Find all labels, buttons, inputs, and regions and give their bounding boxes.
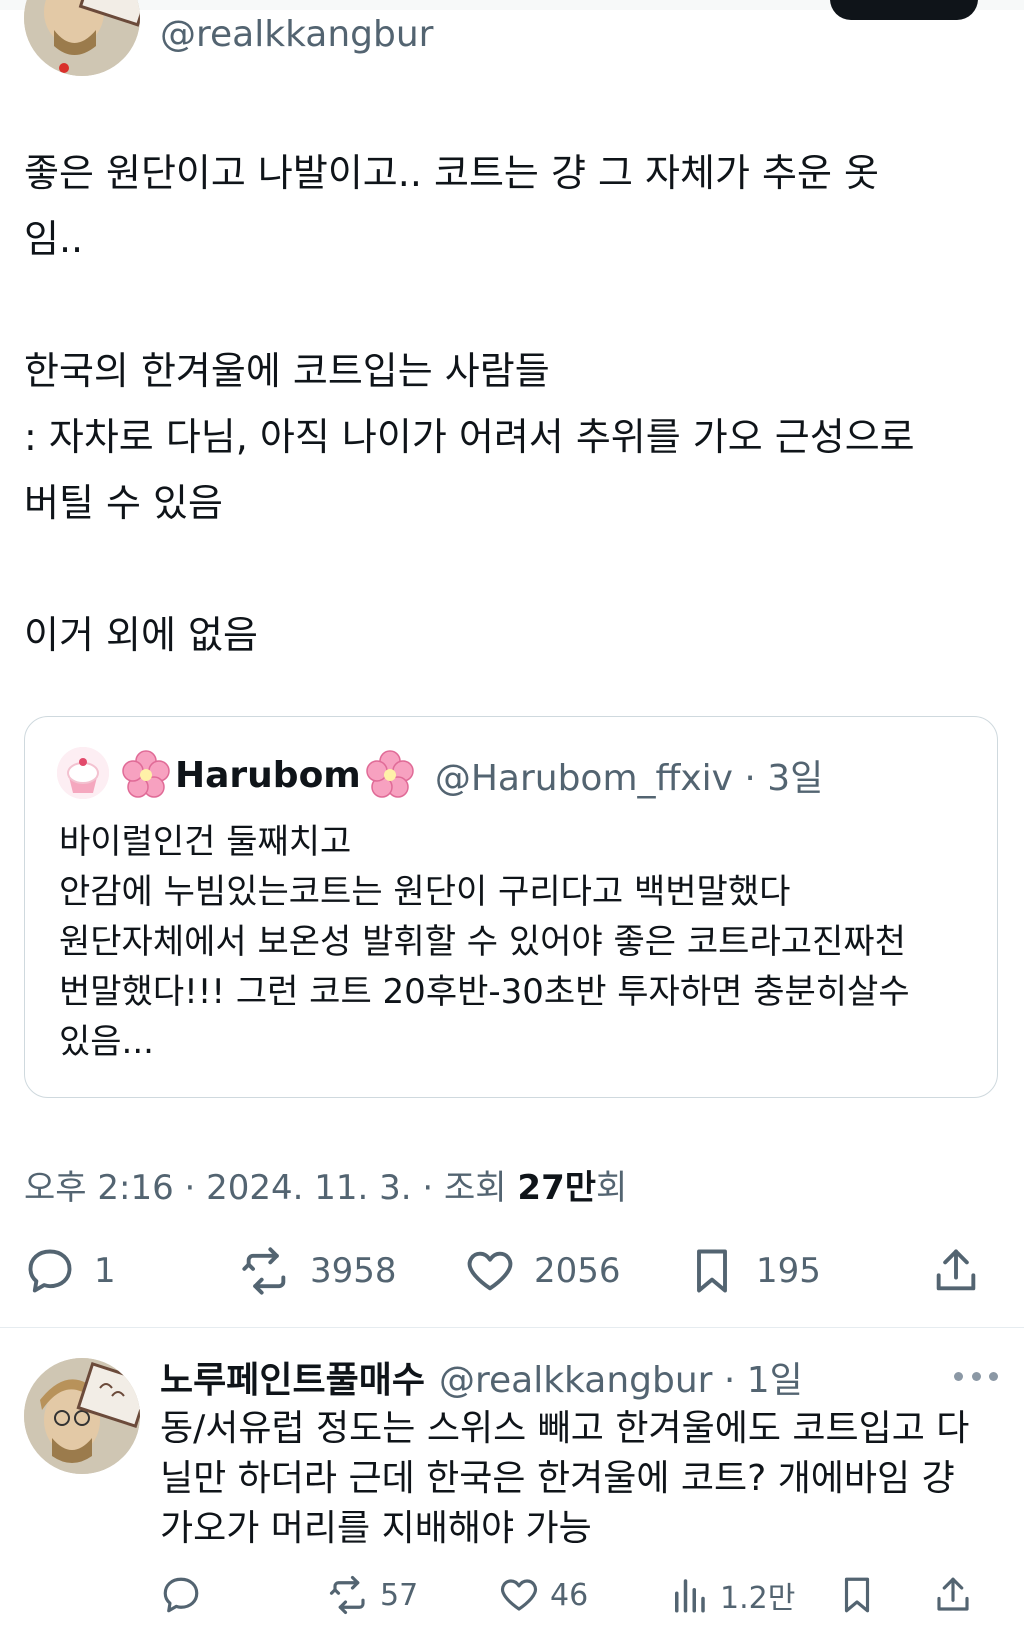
follow-button[interactable]	[830, 0, 978, 20]
reply-icon	[163, 1577, 199, 1613]
author-handle[interactable]: @realkkangbur	[160, 14, 433, 55]
avatar-illustration	[24, 0, 140, 76]
reply-views-button[interactable]: 1.2만	[668, 1568, 795, 1622]
cupcake-icon	[57, 747, 109, 799]
reply-like-button[interactable]: 46	[498, 1568, 588, 1622]
bookmark-icon	[697, 1249, 727, 1293]
view-suffix: 회	[596, 1168, 628, 1208]
quoted-tweet[interactable]: Harubom @Harubom_ffxiv · 3일 바이럴인건 둘째치고 안…	[24, 716, 998, 1098]
reply-like-count: 46	[550, 1577, 589, 1613]
bookmark-count: 195	[756, 1251, 821, 1291]
quote-text: 바이럴인건 둘째치고 안감에 누빔있는코트는 원단이 구리다고 백번말했다 원단…	[59, 822, 910, 1062]
reply-actions: 57 46 1.2만	[160, 1568, 1000, 1622]
cherry-blossom-icon	[122, 750, 170, 798]
avatar-illustration	[24, 1358, 140, 1474]
avatar[interactable]	[24, 0, 140, 76]
quote-header: Harubom @Harubom_ffxiv · 3일	[121, 745, 823, 805]
reply-text: 동/서유럽 정도는 스위스 빼고 한겨울에도 코트입고 다 닐만 하더라 근데 …	[160, 1408, 970, 1549]
divider	[0, 1327, 1024, 1328]
reply-bookmark-button[interactable]	[836, 1568, 878, 1622]
reply-view-count: 1.2만	[720, 1581, 796, 1616]
reply-retweet-count: 57	[380, 1577, 419, 1613]
reply-author-handle[interactable]: @realkkangbur · 1일	[439, 1351, 803, 1403]
bookmark-icon	[844, 1577, 870, 1613]
view-count: 27만	[517, 1168, 597, 1208]
quote-avatar[interactable]	[57, 747, 109, 799]
tweet-actions: 1 3958 2056 195	[24, 1238, 1000, 1304]
tweet-meta: 오후 2:16 · 2024. 11. 3. · 조회 27만회	[24, 1160, 627, 1209]
quote-author-handle[interactable]: @Harubom_ffxiv · 3일	[435, 749, 823, 801]
share-icon	[936, 1249, 976, 1291]
timestamp: 오후 2:16 · 2024. 11. 3. · 조회	[24, 1168, 518, 1208]
cherry-blossom-icon	[366, 750, 414, 798]
heart-icon	[467, 1251, 513, 1291]
reply-share-button[interactable]	[932, 1568, 974, 1622]
reply-button[interactable]: 1	[24, 1238, 116, 1304]
reply-reply-button[interactable]	[160, 1568, 202, 1622]
like-button[interactable]: 2056	[464, 1238, 621, 1304]
bookmark-button[interactable]: 195	[686, 1238, 821, 1304]
quote-author-name[interactable]: Harubom	[175, 755, 361, 796]
more-icon[interactable]	[954, 1364, 998, 1388]
reply-author-name[interactable]: 노루페인트풀매수	[160, 1351, 425, 1403]
reply-retweet-button[interactable]: 57	[328, 1568, 418, 1622]
share-button[interactable]	[930, 1238, 982, 1304]
reply-icon	[28, 1249, 72, 1293]
share-icon	[937, 1577, 969, 1611]
reply-avatar[interactable]	[24, 1358, 140, 1474]
reply-count: 1	[94, 1251, 116, 1291]
reply-header: 노루페인트풀매수 @realkkangbur · 1일	[160, 1352, 803, 1402]
heart-icon	[501, 1579, 537, 1611]
tweet-text: 좋은 원단이고 나발이고.. 코트는 걍 그 자체가 추운 옷 임.. 한국의 …	[24, 151, 915, 657]
like-count: 2056	[534, 1251, 621, 1291]
retweet-count: 3958	[310, 1251, 397, 1291]
retweet-icon	[242, 1247, 286, 1295]
analytics-icon	[675, 1579, 705, 1613]
retweet-button[interactable]: 3958	[240, 1238, 397, 1304]
retweet-icon	[329, 1575, 365, 1615]
